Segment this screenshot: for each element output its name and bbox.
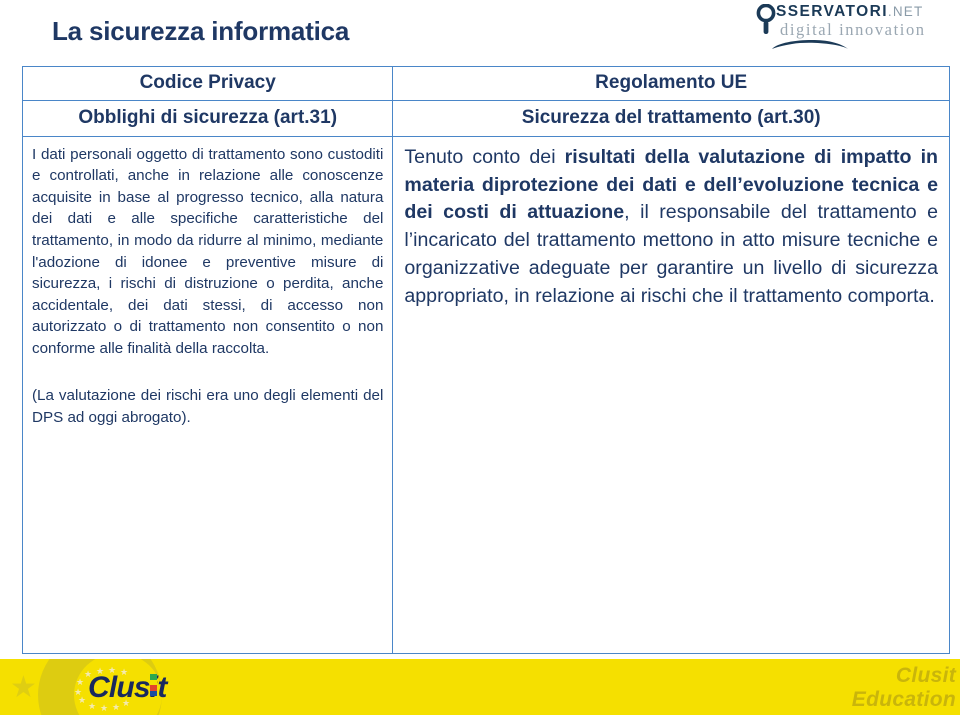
table-row-headers: Codice Privacy Regolamento UE: [21, 66, 950, 101]
subheader-sicurezza-trattamento: Sicurezza del trattamento (art.30): [392, 99, 950, 137]
decorative-star-icon: ★: [10, 671, 37, 704]
comparison-table: Codice Privacy Regolamento UE Obblighi d…: [21, 66, 950, 654]
subheader-obblighi-sicurezza: Obblighi di sicurezza (art.31): [21, 99, 394, 137]
header-regolamento-ue: Regolamento UE: [392, 66, 950, 101]
swoosh-icon: [772, 40, 848, 49]
header-codice-privacy: Codice Privacy: [21, 66, 394, 101]
svg-text:★: ★: [78, 696, 86, 706]
paragraph-segment-0: Tenuto conto dei: [404, 145, 565, 168]
footer-education-label: Education: [851, 687, 956, 711]
footer-clusit-label: Clusit: [895, 664, 956, 687]
footer-branding: Clusit Education: [852, 664, 956, 711]
paragraph-codice-privacy: I dati personali oggetto di trattamento …: [32, 145, 384, 357]
cell-regolamento-ue-body: Tenuto conto dei risultati della valutaz…: [392, 135, 950, 654]
clusit-color-stack-icon: [150, 674, 157, 696]
footer-band: ★ ★ ★ ★ ★ ★ ★ ★ ★ ★ ★ ★ Clusit Clusit Educati…: [0, 659, 960, 715]
paragraph-codice-privacy-note: (La valutazione dei rischi era uno degli…: [32, 387, 384, 427]
brand-name-main: SSERVATORI: [776, 3, 888, 20]
table-row-body: I dati personali oggetto di trattamento …: [21, 135, 950, 654]
table-row-subheaders: Obblighi di sicurezza (art.31) Sicurezza…: [21, 99, 950, 137]
cell-codice-privacy-body: I dati personali oggetto di trattamento …: [21, 135, 394, 654]
magnifying-glass-icon: [756, 4, 776, 34]
brand-name-suffix: .NET: [887, 4, 924, 19]
brand-line-primary: SSERVATORI.NET: [776, 3, 923, 21]
brand-tagline: digital innovation: [780, 20, 926, 39]
svg-text:★: ★: [76, 678, 84, 688]
paragraph-regolamento-ue: Tenuto conto dei risultati della valutaz…: [404, 144, 938, 311]
page-title: La sicurezza informatica: [52, 16, 350, 46]
svg-text:★: ★: [100, 704, 108, 713]
clusit-logo: ★ ★ ★ ★ ★ ★ ★ ★ ★ ★ ★ Clusit: [66, 666, 196, 714]
osservatori-brand-logo: SSERVATORI.NET digital innovation: [752, 2, 952, 54]
